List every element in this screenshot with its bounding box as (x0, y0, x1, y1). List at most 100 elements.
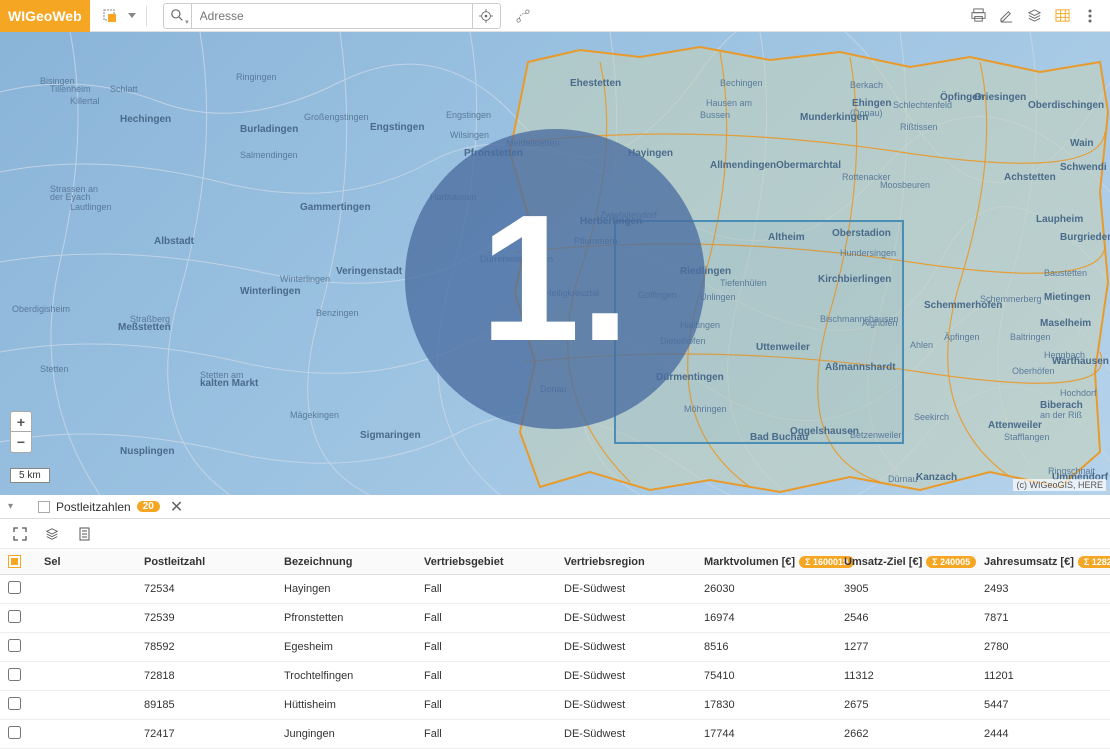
print-button[interactable] (966, 4, 990, 28)
map-place-label: Bussen (700, 110, 730, 120)
map-place-label: Hechingen (120, 114, 171, 125)
row-checkbox[interactable] (8, 668, 21, 681)
col-gebiet[interactable]: Vertriebsgebiet (416, 549, 556, 575)
cell-jahr: 2444 (976, 720, 1110, 749)
map-place-label: Rottenacker (842, 172, 891, 182)
zoom-in-button[interactable]: + (11, 412, 31, 432)
expand-button[interactable] (8, 522, 32, 546)
cell-gebiet: Fall (416, 604, 556, 633)
map-place-label: Berkach (850, 80, 883, 90)
cell-plz: 72539 (136, 604, 276, 633)
table-row[interactable]: 72818TrochtelfingenFallDE-Südwest75410 11… (0, 662, 1110, 691)
search-mode-button[interactable]: ▾ (164, 4, 192, 28)
map-place-label: Ehestetten (570, 78, 621, 89)
search-input[interactable] (192, 9, 472, 23)
table-row[interactable]: 72539PfronstettenFallDE-Südwest169742546… (0, 604, 1110, 633)
toolbar-right (966, 4, 1110, 28)
map-place-label: Lautlingen (70, 202, 112, 212)
select-tool-button[interactable] (98, 4, 122, 28)
map-place-label: Winterlingen (280, 274, 330, 284)
map-place-label: Meßstetten (118, 322, 171, 333)
map-place-label: Schwendi (1060, 162, 1107, 173)
col-region[interactable]: Vertriebsregion (556, 549, 696, 575)
col-check[interactable] (0, 549, 36, 575)
select-all-checkbox (8, 555, 21, 568)
cell-region: DE-Südwest (556, 662, 696, 691)
table-row[interactable]: 89185HüttisheimFallDE-Südwest17830267554… (0, 691, 1110, 720)
map-place-label: Mietingen (1044, 292, 1091, 303)
tab-checkbox[interactable] (38, 501, 50, 513)
header: WIGeoWeb ▾ (0, 0, 1110, 32)
col-markt[interactable]: Marktvolumen [€]Σ 1600019 (696, 549, 836, 575)
app-logo: WIGeoWeb (0, 0, 90, 32)
cell-plz: 89185 (136, 691, 276, 720)
cell-plz: 72417 (136, 720, 276, 749)
row-checkbox[interactable] (8, 726, 21, 739)
cell-region: DE-Südwest (556, 691, 696, 720)
cell-gebiet: Fall (416, 575, 556, 604)
cell-markt: 75410 (696, 662, 836, 691)
panel-tabs: ▾ Postleitzahlen 20 ✕ (0, 495, 1110, 519)
col-jahr[interactable]: Jahresumsatz [€]Σ 128260 (976, 549, 1110, 575)
zoom-out-button[interactable]: − (11, 432, 31, 452)
row-checkbox[interactable] (8, 610, 21, 623)
export-button[interactable] (72, 522, 96, 546)
route-button[interactable] (511, 4, 535, 28)
map-place-label: Dürnau (888, 474, 918, 484)
search-group: ▾ (163, 3, 501, 29)
cell-gebiet: Fall (416, 662, 556, 691)
more-menu-button[interactable] (1078, 4, 1102, 28)
col-bez[interactable]: Bezeichnung (276, 549, 416, 575)
select-tool-caret[interactable] (126, 4, 138, 28)
table-row[interactable]: 72417JungingenFallDE-Südwest177442662244… (0, 720, 1110, 749)
map-place-label: an der Riß (1040, 410, 1082, 420)
map-place-label: Schemmerberg (980, 294, 1042, 304)
map-place-label: der Eyach (50, 192, 91, 202)
locate-button[interactable] (472, 4, 500, 28)
cell-sel (36, 691, 136, 720)
row-checkbox[interactable] (8, 581, 21, 594)
tab-postleitzahlen[interactable]: Postleitzahlen 20 ✕ (32, 495, 189, 518)
map-place-label: Uttenweiler (756, 342, 810, 353)
map-place-label: Salmendingen (240, 150, 298, 160)
map-place-label: Äpfingen (944, 332, 980, 342)
col-ziel[interactable]: Umsatz-Ziel [€]Σ 240005 (836, 549, 976, 575)
map-place-label: Attenweiler (988, 420, 1042, 431)
map-place-label: Stafflangen (1004, 432, 1049, 442)
cell-sel (36, 720, 136, 749)
cell-bez: Trochtelfingen (276, 662, 416, 691)
layers-button[interactable] (1022, 4, 1046, 28)
cell-region: DE-Südwest (556, 604, 696, 633)
map-place-label: Aßmannshardt (825, 362, 896, 373)
map-place-label: kalten Markt (200, 378, 258, 389)
cell-jahr: 11201 (976, 662, 1110, 691)
panel-collapse-button[interactable]: ▾ (8, 501, 24, 512)
map-place-label: Veringenstadt (336, 266, 402, 277)
map-place-label: Oggelshausen (790, 426, 859, 437)
map-place-label: Kanzach (916, 472, 957, 483)
row-checkbox[interactable] (8, 697, 21, 710)
edit-button[interactable] (994, 4, 1018, 28)
map-canvas[interactable]: BisingenTillenheimRingingenKillertalSchl… (0, 32, 1110, 495)
map-place-label: Benzingen (316, 308, 359, 318)
col-plz[interactable]: Postleitzahl (136, 549, 276, 575)
map-place-label: Bechingen (720, 78, 763, 88)
tab-close-button[interactable]: ✕ (170, 497, 183, 517)
cell-plz: 72818 (136, 662, 276, 691)
table-row[interactable]: 78592EgesheimFallDE-Südwest851612772780 (0, 633, 1110, 662)
row-checkbox[interactable] (8, 639, 21, 652)
map-place-label: Griesingen (974, 92, 1026, 103)
map-place-label: Maselheim (1040, 318, 1091, 329)
cell-bez: Pfronstetten (276, 604, 416, 633)
cell-gebiet: Fall (416, 691, 556, 720)
tab-label: Postleitzahlen (56, 500, 131, 514)
panel-layers-button[interactable] (40, 522, 64, 546)
col-sel[interactable]: Sel (36, 549, 136, 575)
zoom-control: + − (10, 411, 32, 453)
cell-plz: 78592 (136, 633, 276, 662)
map-place-label: Tillenheim (50, 84, 91, 94)
map-place-label: Burladingen (240, 124, 298, 135)
table-row[interactable]: 72534HayingenFallDE-Südwest2603039052493 (0, 575, 1110, 604)
table-toggle-button[interactable] (1050, 4, 1074, 28)
map-place-label: Großengstingen (304, 112, 369, 122)
